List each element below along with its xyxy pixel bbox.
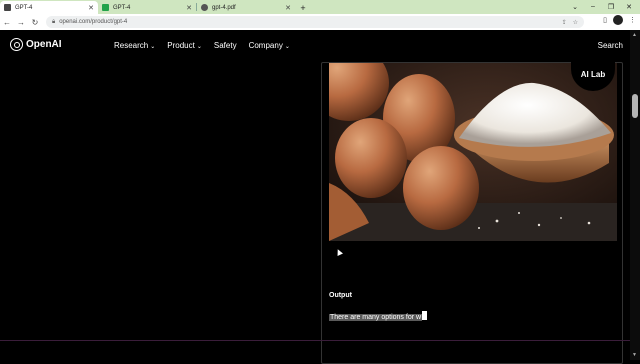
close-tab-icon[interactable]: ✕ xyxy=(88,4,94,12)
page-scrollbar[interactable]: ▲ ▼ xyxy=(630,30,640,360)
browser-tabbar: GPT-4 ✕ GPT-4 ✕ gpt-4.pdf ✕ + ⌄ – ❐ ✕ xyxy=(0,0,640,14)
nav-label: Product xyxy=(167,41,195,50)
nav-label: Company xyxy=(248,41,283,50)
nav-label: Research xyxy=(114,41,149,50)
close-tab-icon[interactable]: ✕ xyxy=(186,4,192,12)
scroll-up-icon[interactable]: ▲ xyxy=(632,32,637,38)
minimize-icon[interactable]: – xyxy=(584,0,602,13)
output-text: There are many options for w xyxy=(329,311,428,321)
nav-safety[interactable]: Safety xyxy=(214,41,237,50)
favicon-icon xyxy=(102,4,109,11)
divider xyxy=(0,340,630,341)
search-link[interactable]: Search xyxy=(598,41,623,50)
browser-toolbar: ← → ↻ 🔒︎ openai.com/product/gpt-4 ⇪ ☆ ▯ … xyxy=(0,14,640,30)
back-arrow-icon[interactable]: ← xyxy=(0,15,14,29)
photo-illustration xyxy=(329,63,617,241)
site-nav: Research ⌄ Product ⌄ Safety Company ⌄ xyxy=(114,41,290,50)
lock-icon: 🔒︎ xyxy=(52,18,56,25)
output-text-selected: There are many options for w xyxy=(329,314,423,321)
openai-knot-icon xyxy=(10,38,23,51)
forward-arrow-icon[interactable]: → xyxy=(14,15,28,29)
scroll-down-icon[interactable]: ▼ xyxy=(632,352,637,358)
tab-title: GPT-4 xyxy=(113,4,131,11)
reload-icon[interactable]: ↻ xyxy=(28,15,42,29)
favicon-icon xyxy=(4,4,11,11)
globe-icon xyxy=(201,4,208,11)
tab-gpt4-active[interactable]: GPT-4 ✕ xyxy=(0,1,98,14)
tab-title: gpt-4.pdf xyxy=(212,4,236,11)
nav-product[interactable]: Product ⌄ xyxy=(167,41,202,50)
url-text: openai.com/product/gpt-4 xyxy=(59,19,128,25)
avatar[interactable] xyxy=(613,15,623,25)
bookmark-star-icon[interactable]: ☆ xyxy=(573,19,578,26)
output-heading: Output xyxy=(329,292,352,299)
nav-label: Safety xyxy=(213,41,237,50)
eggs-flour-photo xyxy=(329,63,617,241)
address-bar[interactable]: 🔒︎ openai.com/product/gpt-4 ⇪ ☆ xyxy=(46,16,584,28)
chevron-down-icon: ⌄ xyxy=(150,44,156,50)
new-tab-button[interactable]: + xyxy=(295,1,311,14)
restore-icon[interactable]: ❐ xyxy=(602,0,620,13)
webpage: OpenAI Research ⌄ Product ⌄ Safety Company… xyxy=(0,30,630,364)
example-card: AI Lab Output There are many options for… xyxy=(321,57,623,364)
tab-pdf[interactable]: gpt-4.pdf ✕ xyxy=(197,1,295,14)
nav-company[interactable]: Company ⌄ xyxy=(249,41,290,50)
tab-gpt4[interactable]: GPT-4 ✕ xyxy=(98,1,196,14)
chevron-down-icon: ⌄ xyxy=(196,44,202,50)
nav-research[interactable]: Research ⌄ xyxy=(114,41,155,50)
badge-text: AI Lab xyxy=(580,69,606,79)
close-window-icon[interactable]: ✕ xyxy=(620,0,638,13)
share-icon[interactable]: ⇪ xyxy=(562,19,567,26)
scrollbar-thumb[interactable] xyxy=(632,94,638,118)
openai-logo[interactable]: OpenAI xyxy=(10,38,62,51)
sidepanel-icon[interactable]: ▯ xyxy=(603,16,607,24)
chevron-down-icon: ⌄ xyxy=(284,44,290,50)
text-cursor xyxy=(422,311,428,320)
close-tab-icon[interactable]: ✕ xyxy=(285,4,291,12)
menu-kebab-icon[interactable]: ⋮ xyxy=(629,16,636,24)
tab-title: GPT-4 xyxy=(15,4,33,11)
site-header: OpenAI Research ⌄ Product ⌄ Safety Company… xyxy=(0,30,630,62)
logo-text: OpenAI xyxy=(26,39,62,50)
tab-search-icon[interactable]: ⌄ xyxy=(566,0,584,13)
